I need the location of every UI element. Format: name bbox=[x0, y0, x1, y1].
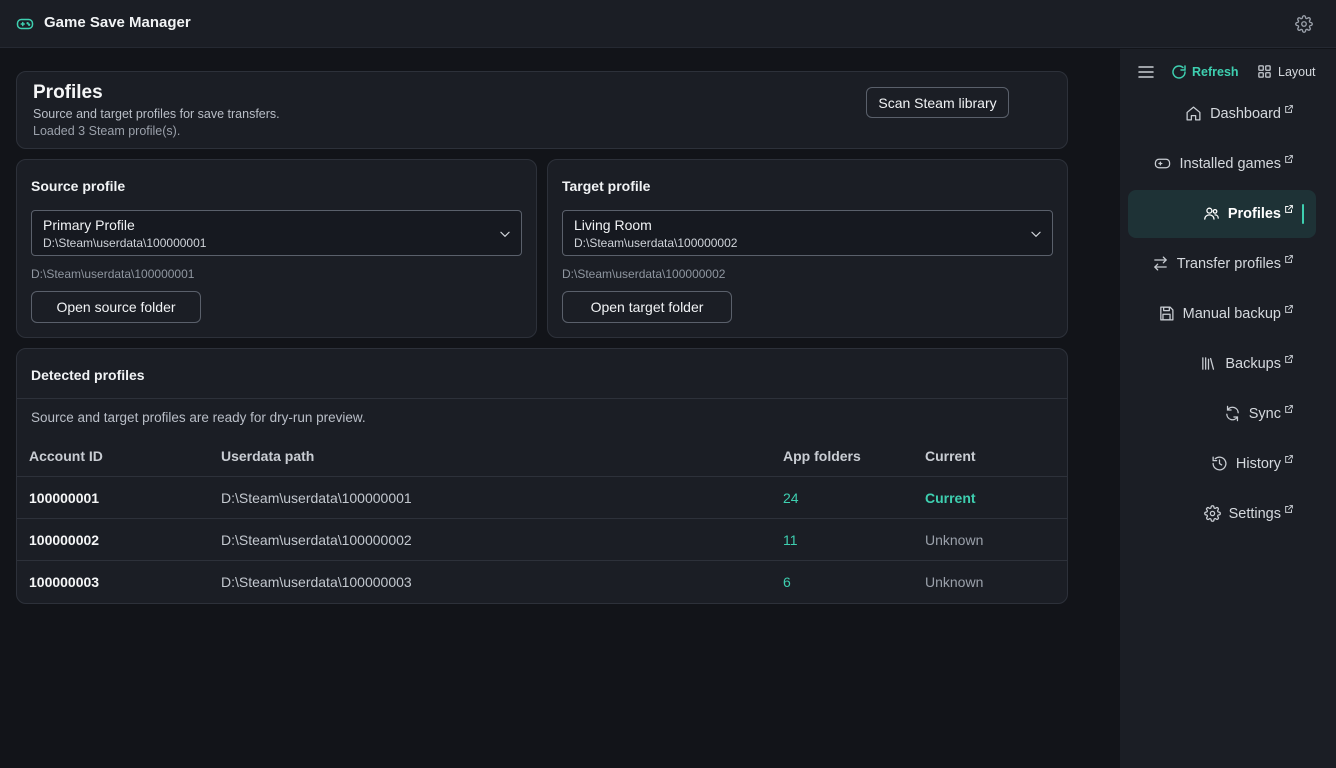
detected-profiles-title: Detected profiles bbox=[31, 367, 145, 383]
account-id-cell: 100000001 bbox=[29, 490, 100, 506]
grid-icon bbox=[1258, 65, 1271, 78]
page-header-card: Profiles Source and target profiles for … bbox=[16, 71, 1068, 149]
open-target-folder-button[interactable]: Open target folder bbox=[562, 291, 732, 323]
layout-label: Layout bbox=[1278, 64, 1316, 79]
account-id-cell: 100000002 bbox=[29, 532, 100, 548]
scan-steam-library-button[interactable]: Scan Steam library bbox=[866, 87, 1009, 118]
source-selected-path: D:\Steam\userdata\100000001 bbox=[43, 236, 207, 250]
sidebar-item-label: Backups bbox=[1225, 355, 1281, 372]
page-subtitle: Source and target profiles for save tran… bbox=[33, 107, 280, 121]
source-path-note: D:\Steam\userdata\100000001 bbox=[31, 267, 195, 281]
load-status: Loaded 3 Steam profile(s). bbox=[33, 124, 181, 138]
target-profile-card: Target profile Living Room D:\Steam\user… bbox=[547, 159, 1068, 338]
target-path-note: D:\Steam\userdata\100000002 bbox=[562, 267, 726, 281]
save-icon bbox=[1159, 306, 1174, 321]
sidebar-item-label: Transfer profiles bbox=[1176, 255, 1281, 272]
external-link-icon bbox=[1285, 104, 1293, 113]
sidebar-item-settings[interactable]: Settings bbox=[1128, 490, 1316, 538]
title-bar: Game Save Manager bbox=[0, 0, 1336, 48]
source-selected-name: Primary Profile bbox=[43, 217, 135, 233]
sidebar-item-label: Installed games bbox=[1179, 155, 1281, 172]
sidebar-item-history[interactable]: History bbox=[1128, 440, 1316, 488]
userdata-path-cell: D:\Steam\userdata\100000002 bbox=[221, 532, 412, 548]
column-header-account-id[interactable]: Account ID bbox=[29, 448, 103, 464]
detected-profiles-description: Source and target profiles are ready for… bbox=[31, 410, 366, 425]
column-header-userdata-path[interactable]: Userdata path bbox=[221, 448, 314, 464]
current-status-cell: Unknown bbox=[925, 574, 984, 590]
open-source-folder-button[interactable]: Open source folder bbox=[31, 291, 201, 323]
home-icon bbox=[1186, 106, 1201, 121]
app-folders-cell: 11 bbox=[783, 532, 798, 548]
external-link-icon bbox=[1285, 204, 1293, 213]
refresh-label: Refresh bbox=[1192, 65, 1239, 79]
sidebar-item-installed-games[interactable]: Installed games bbox=[1128, 140, 1316, 188]
column-header-app-folders[interactable]: App folders bbox=[783, 448, 861, 464]
current-status-cell: Unknown bbox=[925, 532, 984, 548]
refresh-button[interactable]: Refresh bbox=[1171, 64, 1239, 80]
account-id-cell: 100000003 bbox=[29, 574, 100, 590]
target-selected-name: Living Room bbox=[574, 217, 652, 233]
app-folders-cell: 24 bbox=[783, 490, 799, 506]
divider bbox=[17, 398, 1067, 399]
chevron-down-icon bbox=[1031, 231, 1041, 238]
detected-profiles-card: Detected profiles Source and target prof… bbox=[16, 348, 1068, 604]
sidebar-item-transfer-profiles[interactable]: Transfer profiles bbox=[1128, 240, 1316, 288]
main-content: Profiles Source and target profiles for … bbox=[0, 49, 1120, 768]
external-link-icon bbox=[1285, 454, 1293, 463]
external-link-icon bbox=[1285, 404, 1293, 413]
external-link-icon bbox=[1285, 354, 1293, 363]
external-link-icon bbox=[1285, 504, 1293, 513]
sidebar-item-label: Settings bbox=[1228, 505, 1281, 522]
gamepad-icon bbox=[1155, 158, 1171, 169]
column-header-current[interactable]: Current bbox=[925, 448, 976, 464]
target-profile-select[interactable]: Living Room D:\Steam\userdata\100000002 bbox=[562, 210, 1053, 256]
menu-icon[interactable] bbox=[1138, 65, 1154, 79]
table-row[interactable]: 100000003 D:\Steam\userdata\100000003 6 … bbox=[17, 560, 1067, 602]
app-folders-cell: 6 bbox=[783, 574, 791, 590]
refresh-icon bbox=[1172, 65, 1186, 79]
table-row[interactable]: 100000002 D:\Steam\userdata\100000002 11… bbox=[17, 518, 1067, 560]
sidebar-item-manual-backup[interactable]: Manual backup bbox=[1128, 290, 1316, 338]
sidebar-item-label: Sync bbox=[1248, 405, 1281, 422]
current-status-cell: Current bbox=[925, 490, 976, 506]
source-profile-title: Source profile bbox=[31, 178, 126, 194]
userdata-path-cell: D:\Steam\userdata\100000001 bbox=[221, 490, 412, 506]
app-title: Game Save Manager bbox=[44, 14, 191, 31]
sidebar-item-label: History bbox=[1235, 455, 1281, 472]
sidebar-item-label: Manual backup bbox=[1182, 305, 1281, 322]
sidebar-item-profiles[interactable]: Profiles bbox=[1128, 190, 1316, 238]
users-icon bbox=[1203, 207, 1219, 220]
sync-icon bbox=[1225, 405, 1239, 422]
source-profile-select[interactable]: Primary Profile D:\Steam\userdata\100000… bbox=[31, 210, 522, 256]
sidebar-item-label: Dashboard bbox=[1210, 105, 1281, 122]
sidebar-item-label: Profiles bbox=[1227, 205, 1281, 222]
library-icon bbox=[1202, 357, 1215, 370]
gear-icon[interactable] bbox=[1295, 15, 1313, 33]
page-title: Profiles bbox=[33, 82, 103, 103]
sidebar: Refresh Layout Dashboard Installed games… bbox=[1120, 49, 1336, 768]
target-profile-title: Target profile bbox=[562, 178, 651, 194]
history-icon bbox=[1212, 456, 1227, 471]
gear-icon bbox=[1203, 505, 1221, 522]
sidebar-item-backups[interactable]: Backups bbox=[1128, 340, 1316, 388]
userdata-path-cell: D:\Steam\userdata\100000003 bbox=[221, 574, 412, 590]
source-profile-card: Source profile Primary Profile D:\Steam\… bbox=[16, 159, 537, 338]
sidebar-item-dashboard[interactable]: Dashboard bbox=[1128, 90, 1316, 138]
gamepad-icon bbox=[16, 18, 34, 30]
arrows-swap-icon bbox=[1153, 256, 1167, 271]
active-indicator bbox=[1302, 204, 1304, 224]
chevron-down-icon bbox=[500, 231, 510, 238]
sidebar-item-sync[interactable]: Sync bbox=[1128, 390, 1316, 438]
layout-button[interactable]: Layout bbox=[1257, 64, 1316, 79]
external-link-icon bbox=[1285, 254, 1293, 263]
target-selected-path: D:\Steam\userdata\100000002 bbox=[574, 236, 738, 250]
table-row[interactable]: 100000001 D:\Steam\userdata\100000001 24… bbox=[17, 476, 1067, 518]
external-link-icon bbox=[1285, 154, 1293, 163]
external-link-icon bbox=[1285, 304, 1293, 313]
